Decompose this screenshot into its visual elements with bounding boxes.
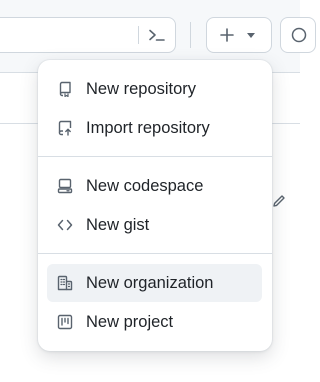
menu-item-new-repository[interactable]: New repository (47, 70, 262, 108)
menu-divider (38, 156, 272, 157)
header-next-button[interactable] (280, 17, 316, 53)
menu-item-label: New codespace (86, 177, 204, 195)
menu-item-new-gist[interactable]: New gist (47, 206, 262, 244)
project-icon (57, 314, 73, 330)
header-separator (190, 22, 191, 48)
plus-icon (219, 27, 235, 43)
pencil-icon[interactable] (271, 193, 287, 209)
search-separator (138, 26, 139, 44)
menu-item-import-repository[interactable]: Import repository (47, 109, 262, 147)
menu-item-new-project[interactable]: New project (47, 303, 262, 341)
menu-divider (38, 253, 272, 254)
menu-item-label: New organization (86, 274, 214, 292)
create-new-button[interactable] (206, 17, 272, 53)
create-new-menu: New repository Import repository New cod… (38, 60, 272, 351)
menu-item-label: New repository (86, 80, 197, 98)
menu-item-label: Import repository (86, 119, 210, 137)
menu-item-new-organization[interactable]: New organization (47, 264, 262, 302)
terminal-icon[interactable] (148, 27, 166, 43)
repo-icon (57, 81, 73, 97)
menu-item-new-codespace[interactable]: New codespace (47, 167, 262, 205)
triangle-down-icon (247, 33, 255, 38)
organization-icon (57, 275, 73, 291)
menu-item-label: New gist (86, 216, 150, 234)
menu-item-label: New project (86, 313, 174, 331)
repo-push-icon (57, 120, 73, 136)
codespaces-icon (57, 178, 73, 194)
search-input[interactable] (0, 17, 176, 53)
code-icon (57, 217, 73, 233)
